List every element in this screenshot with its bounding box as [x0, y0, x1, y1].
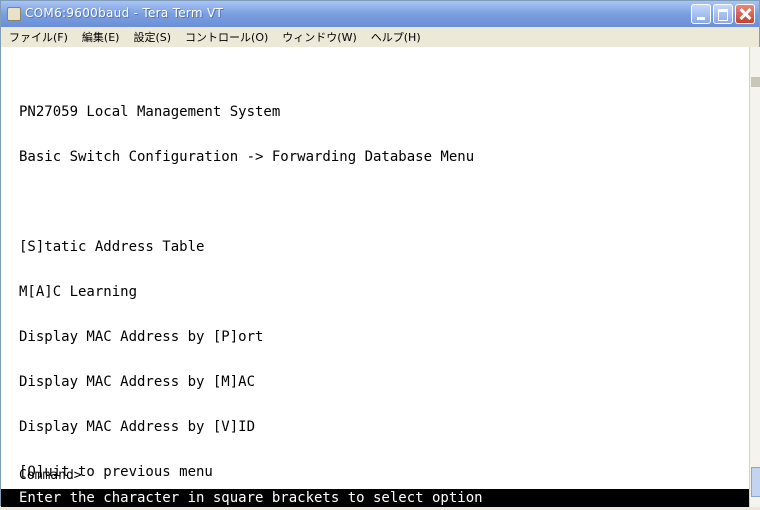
menu-window[interactable]: ウィンドウ(W)	[275, 29, 363, 45]
terminal-output: PN27059 Local Management System Basic Sw…	[19, 75, 474, 510]
maximize-icon[interactable]	[713, 4, 733, 24]
terminal-line: PN27059 Local Management System	[19, 104, 281, 120]
menu-option-mac-by-port: Display MAC Address by [P]ort	[19, 329, 264, 345]
scroll-up-icon[interactable]	[751, 77, 760, 87]
menu-option-static-address-table: [S]tatic Address Table	[19, 239, 205, 255]
scroll-thumb[interactable]	[751, 467, 760, 497]
menu-option-mac-by-vid: Display MAC Address by [V]ID	[19, 419, 256, 435]
terminal-icon[interactable]	[7, 7, 21, 21]
command-prompt[interactable]: Command>	[19, 468, 82, 483]
window-title: COM6:9600baud - Tera Term VT	[25, 6, 224, 20]
terminal-line: Basic Switch Configuration -> Forwarding…	[19, 149, 475, 165]
menu-help[interactable]: ヘルプ(H)	[364, 29, 428, 45]
menu-option-mac-by-mac: Display MAC Address by [M]AC	[19, 374, 256, 390]
menu-file[interactable]: ファイル(F)	[1, 29, 75, 45]
menu-setup[interactable]: 設定(S)	[126, 29, 178, 45]
status-message: Enter the character in square brackets t…	[19, 490, 483, 506]
terminal-top-area	[1, 47, 749, 71]
terminal-left-margin	[1, 71, 19, 507]
menu-edit[interactable]: 編集(E)	[75, 29, 127, 45]
menu-option-quit: [Q]uit to previous menu	[19, 464, 213, 480]
menu-option-mac-learning: M[A]C Learning	[19, 284, 138, 300]
title-bar[interactable]: COM6:9600baud - Tera Term VT	[1, 1, 759, 27]
close-icon[interactable]	[735, 4, 755, 24]
tera-term-window: COM6:9600baud - Tera Term VT ファイル(F) 編集(…	[0, 0, 760, 507]
menu-bar: ファイル(F) 編集(E) 設定(S) コントロール(O) ウィンドウ(W) ヘ…	[1, 27, 759, 47]
menu-control[interactable]: コントロール(O)	[178, 29, 275, 45]
vertical-scrollbar[interactable]	[749, 47, 760, 507]
minimize-icon[interactable]	[691, 4, 711, 24]
